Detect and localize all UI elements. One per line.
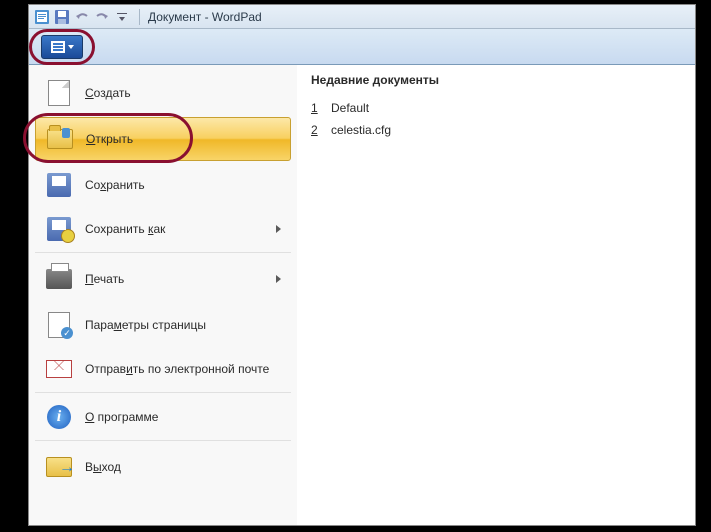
dropdown-arrow-icon	[68, 45, 74, 49]
window-title: Документ - WordPad	[148, 10, 262, 24]
menu-item-print[interactable]: Печать	[35, 257, 291, 301]
menu-item-new[interactable]: Создать	[35, 71, 291, 115]
titlebar: Документ - WordPad	[29, 5, 695, 29]
recent-header: Недавние документы	[311, 73, 681, 87]
exit-icon	[45, 453, 73, 481]
menu-label: Отправить по электронной почте	[85, 362, 269, 376]
file-menu-button[interactable]	[41, 35, 83, 59]
menu-item-pagesetup[interactable]: Параметры страницы	[35, 303, 291, 347]
info-icon: i	[45, 403, 73, 431]
menu-label: Сохранить как	[85, 222, 165, 236]
printer-icon	[45, 265, 73, 293]
ribbon-tabs	[29, 29, 695, 65]
mail-icon	[45, 355, 73, 383]
divider	[139, 9, 140, 25]
recent-num: 2	[311, 123, 321, 137]
recent-num: 1	[311, 101, 321, 115]
menu-item-save[interactable]: Сохранить	[35, 163, 291, 207]
menu-label: О программе	[85, 410, 158, 424]
redo-icon[interactable]	[93, 8, 111, 26]
menu-item-open[interactable]: Открыть	[35, 117, 291, 161]
file-menu-icon	[51, 41, 65, 53]
recent-document-item[interactable]: 2 celestia.cfg	[311, 119, 681, 141]
save-icon	[45, 171, 73, 199]
submenu-arrow-icon	[276, 225, 281, 233]
quick-access-toolbar	[33, 8, 131, 26]
menu-item-sendmail[interactable]: Отправить по электронной почте	[35, 349, 291, 393]
save-as-icon	[45, 215, 73, 243]
recent-documents-panel: Недавние документы 1 Default 2 celestia.…	[297, 65, 695, 525]
new-document-icon	[45, 79, 73, 107]
menu-label: Выход	[85, 460, 121, 474]
folder-open-icon	[46, 125, 74, 153]
submenu-arrow-icon	[276, 275, 281, 283]
qat-customize-icon[interactable]	[113, 8, 131, 26]
recent-name: celestia.cfg	[331, 123, 391, 137]
recent-document-item[interactable]: 1 Default	[311, 97, 681, 119]
file-menu-commands: Создать Открыть Сохранить Сохранить как	[29, 65, 297, 525]
menu-label: Открыть	[86, 132, 133, 146]
file-menu-panel: Создать Открыть Сохранить Сохранить как	[29, 65, 695, 525]
menu-label: Параметры страницы	[85, 318, 206, 332]
menu-label: Печать	[85, 272, 124, 286]
app-icon[interactable]	[33, 8, 51, 26]
app-window: Документ - WordPad Создать Открыть	[28, 4, 696, 526]
save-icon[interactable]	[53, 8, 71, 26]
menu-item-saveas[interactable]: Сохранить как	[35, 209, 291, 253]
recent-name: Default	[331, 101, 369, 115]
undo-icon[interactable]	[73, 8, 91, 26]
menu-item-exit[interactable]: Выход	[35, 445, 291, 489]
menu-label: Создать	[85, 86, 131, 100]
menu-item-about[interactable]: i О программе	[35, 397, 291, 441]
menu-label: Сохранить	[85, 178, 145, 192]
page-setup-icon	[45, 311, 73, 339]
